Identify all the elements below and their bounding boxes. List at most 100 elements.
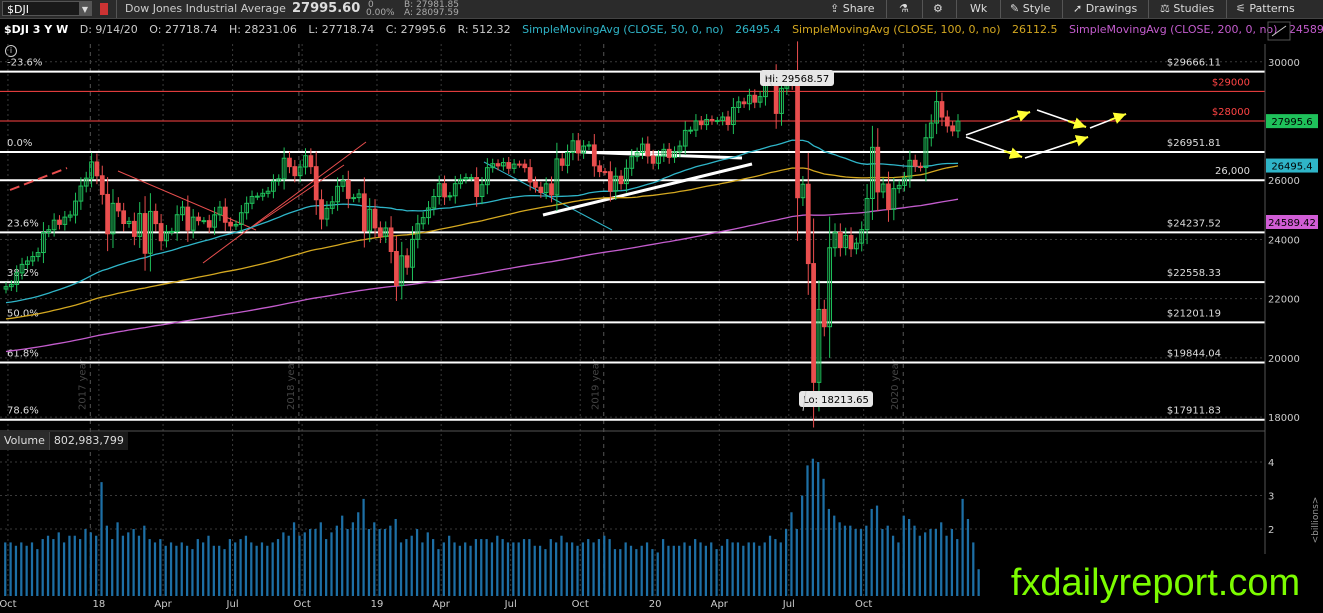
divider bbox=[1000, 0, 1001, 18]
volume-bar bbox=[20, 542, 23, 596]
settings-button[interactable]: ⚙ bbox=[933, 0, 943, 18]
volume-bar bbox=[635, 549, 638, 596]
x-tick-label: Jul bbox=[504, 599, 517, 610]
candle-body bbox=[404, 255, 410, 268]
candle-body bbox=[51, 219, 57, 231]
candle-body bbox=[206, 220, 212, 228]
volume-bar bbox=[442, 542, 445, 596]
candle-body bbox=[650, 155, 656, 164]
sma200-label[interactable]: SimpleMovingAvg (CLOSE, 200, 0, no) bbox=[1069, 23, 1277, 36]
candle-body bbox=[153, 210, 159, 225]
candle-body bbox=[458, 178, 463, 185]
candle-body bbox=[768, 79, 774, 82]
drawings-label: Drawings bbox=[1085, 2, 1138, 15]
volume-bar bbox=[303, 532, 306, 596]
volume-bar bbox=[421, 542, 424, 596]
candle-body bbox=[602, 171, 608, 174]
patterns-icon: ⚟ bbox=[1236, 2, 1246, 15]
arrow-icon bbox=[1109, 112, 1127, 124]
candle-body bbox=[864, 197, 870, 231]
y-tick-label: 22000 bbox=[1268, 295, 1300, 306]
candle-body bbox=[30, 256, 36, 262]
trendline[interactable] bbox=[9, 167, 68, 191]
flask-button[interactable]: ⚗ bbox=[899, 0, 909, 18]
volume-bar bbox=[528, 539, 531, 596]
volume-bar bbox=[854, 529, 857, 596]
trendline[interactable] bbox=[247, 164, 345, 231]
volume-bar bbox=[726, 539, 729, 596]
candle-body bbox=[827, 247, 833, 328]
volume-tick-label: 3 bbox=[1268, 492, 1274, 503]
volume-bar bbox=[640, 545, 643, 596]
volume-bar bbox=[367, 529, 371, 596]
price-level-label: $28000 bbox=[1212, 107, 1250, 118]
divider bbox=[116, 0, 117, 18]
studies-icon: ⚖ bbox=[1160, 2, 1170, 15]
candle-body bbox=[645, 143, 651, 157]
candle-body bbox=[704, 118, 710, 126]
patterns-button[interactable]: ⚟ Patterns bbox=[1236, 0, 1295, 18]
period-button[interactable]: Wk bbox=[970, 0, 987, 18]
volume-bar bbox=[501, 539, 504, 596]
candle-body bbox=[757, 96, 763, 103]
volume-bar bbox=[629, 545, 633, 596]
symbol-input[interactable]: $DJI ▼ bbox=[2, 1, 92, 16]
candle-body bbox=[174, 214, 180, 232]
candle-body bbox=[918, 165, 923, 169]
volume-bar bbox=[945, 535, 948, 596]
volume-bar bbox=[672, 545, 675, 596]
annotation-pointer bbox=[765, 74, 773, 87]
volume-bar bbox=[330, 532, 333, 596]
candle-body bbox=[870, 146, 875, 199]
flag-icon[interactable] bbox=[100, 3, 108, 15]
volume-bar bbox=[710, 542, 713, 596]
info-icon[interactable]: i bbox=[5, 45, 17, 57]
fib-percent-label: -23.6% bbox=[7, 58, 42, 69]
candle-body bbox=[821, 308, 827, 328]
chevron-down-icon[interactable]: ▼ bbox=[79, 2, 91, 15]
fib-percent-label: 78.6% bbox=[7, 406, 39, 417]
volume-bar bbox=[169, 542, 173, 596]
x-tick-label: 19 bbox=[371, 599, 384, 610]
sma100-label[interactable]: SimpleMovingAvg (CLOSE, 100, 0, no) bbox=[792, 23, 1000, 36]
fib-price-label: $22558.33 bbox=[1167, 268, 1221, 279]
volume-bar bbox=[886, 525, 889, 596]
volume-bar bbox=[9, 542, 12, 596]
y-tick-label: 20000 bbox=[1268, 354, 1300, 365]
volume-bar bbox=[271, 542, 274, 596]
volume-units: <billions> bbox=[1311, 497, 1321, 544]
candle-body bbox=[378, 227, 383, 237]
candle-body bbox=[591, 144, 597, 167]
trendline[interactable] bbox=[542, 162, 753, 217]
volume-bar bbox=[897, 542, 900, 596]
studies-button[interactable]: ⚖ Studies bbox=[1160, 0, 1214, 18]
candle-body bbox=[335, 185, 340, 203]
candle-body bbox=[484, 167, 490, 186]
symbol-text: $DJI bbox=[7, 3, 29, 16]
fib-percent-label: 0.0% bbox=[7, 138, 32, 149]
high-annotation-box bbox=[760, 70, 834, 86]
trendline[interactable] bbox=[579, 150, 743, 160]
trendline[interactable] bbox=[117, 170, 257, 231]
candle-body bbox=[698, 120, 704, 126]
candle-body bbox=[94, 161, 100, 177]
volume-bar bbox=[282, 532, 285, 596]
divider bbox=[1226, 0, 1227, 18]
drawings-button[interactable]: ➚ Drawings bbox=[1073, 0, 1137, 18]
trendline[interactable] bbox=[483, 161, 613, 231]
candle-body bbox=[640, 143, 645, 154]
volume-bar bbox=[394, 518, 397, 596]
candle-body bbox=[121, 210, 127, 225]
volume-bar bbox=[608, 539, 611, 596]
style-button[interactable]: ✎ Style bbox=[1010, 0, 1050, 18]
sma50-label[interactable]: SimpleMovingAvg (CLOSE, 50, 0, no) bbox=[522, 23, 723, 36]
y-tick-label: 26000 bbox=[1268, 176, 1300, 187]
candle-body bbox=[14, 272, 20, 285]
candle-body bbox=[747, 94, 752, 105]
year-label: 2019 year bbox=[591, 358, 602, 410]
volume-bar bbox=[362, 498, 365, 596]
volume-bar bbox=[410, 535, 413, 596]
volume-bar bbox=[918, 535, 921, 596]
trendline[interactable] bbox=[202, 141, 367, 264]
share-button[interactable]: ⇪ Share bbox=[830, 0, 874, 18]
